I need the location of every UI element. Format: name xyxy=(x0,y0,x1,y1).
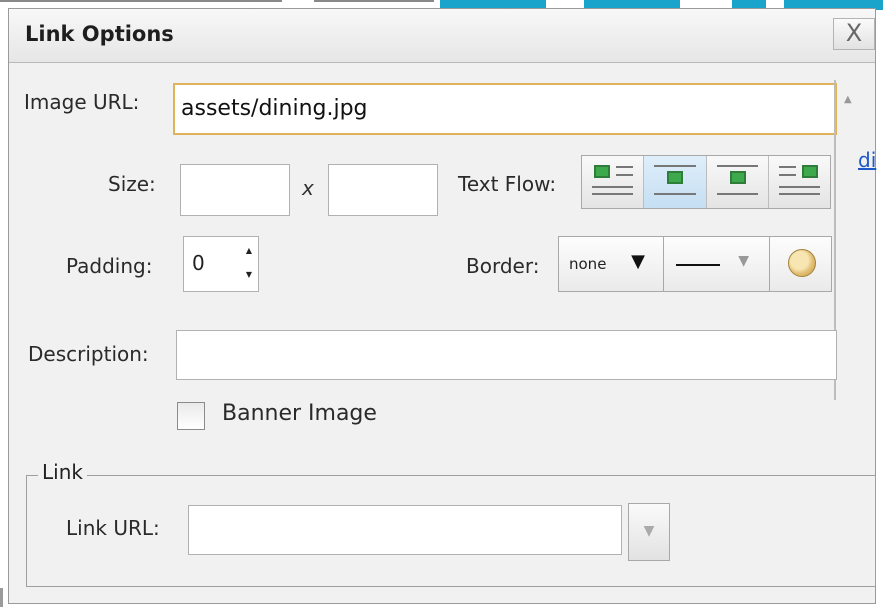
close-button[interactable]: X xyxy=(833,18,875,50)
border-style-value: none xyxy=(569,255,607,273)
link-url-label: Link URL: xyxy=(66,516,160,540)
banner-image-checkbox[interactable] xyxy=(177,402,205,430)
stepper-arrows[interactable]: ▲ ▼ xyxy=(242,239,256,289)
padding-label: Padding: xyxy=(66,254,153,278)
border-color-button[interactable] xyxy=(770,236,832,292)
size-width-input[interactable] xyxy=(180,164,290,216)
scroll-up-icon[interactable]: ▲ xyxy=(844,94,852,105)
text-flow-group xyxy=(581,155,831,209)
text-flow-wrap-right-button[interactable] xyxy=(768,156,830,208)
palette-icon xyxy=(788,249,816,277)
image-url-label: Image URL: xyxy=(24,90,140,114)
padding-stepper[interactable]: 0 ▲ ▼ xyxy=(183,236,259,292)
link-url-input[interactable] xyxy=(188,505,622,555)
dialog-titlebar: Link Options X xyxy=(9,9,875,63)
window-edge xyxy=(0,588,3,607)
dropdown-arrow-icon: ▼ xyxy=(738,253,749,269)
text-flow-inline-button[interactable] xyxy=(644,156,707,208)
callout-pointer-left xyxy=(0,0,282,2)
border-label: Border: xyxy=(466,254,540,278)
link-url-dropdown-button[interactable]: ▼ xyxy=(628,503,670,561)
description-input[interactable] xyxy=(176,330,837,380)
description-label: Description: xyxy=(28,342,149,366)
background-link[interactable]: di xyxy=(858,148,876,172)
text-flow-label: Text Flow: xyxy=(458,172,557,196)
image-url-value: assets/dining.jpg xyxy=(181,96,368,121)
arrow-down-icon[interactable]: ▼ xyxy=(242,263,256,287)
text-flow-centered-button[interactable] xyxy=(706,156,769,208)
padding-value: 0 xyxy=(192,251,205,275)
arrow-up-icon[interactable]: ▲ xyxy=(242,239,256,263)
size-height-input[interactable] xyxy=(328,164,438,216)
size-separator: x xyxy=(302,176,314,200)
border-line-select[interactable]: ▼ xyxy=(664,236,770,292)
size-label: Size: xyxy=(108,172,156,196)
border-style-select[interactable]: none ▼ xyxy=(558,236,664,292)
dialog-title: Link Options xyxy=(25,22,174,46)
chevron-down-icon: ▼ xyxy=(643,523,655,539)
link-legend: Link xyxy=(38,460,87,484)
text-flow-wrap-left-button[interactable] xyxy=(582,156,645,208)
dropdown-arrow-icon: ▼ xyxy=(631,251,645,272)
image-url-input[interactable]: assets/dining.jpg xyxy=(173,83,837,135)
close-icon: X xyxy=(845,19,863,47)
callout-pointer-right xyxy=(314,0,434,2)
line-style-icon xyxy=(676,264,720,266)
banner-image-label[interactable]: Banner Image xyxy=(222,401,377,426)
